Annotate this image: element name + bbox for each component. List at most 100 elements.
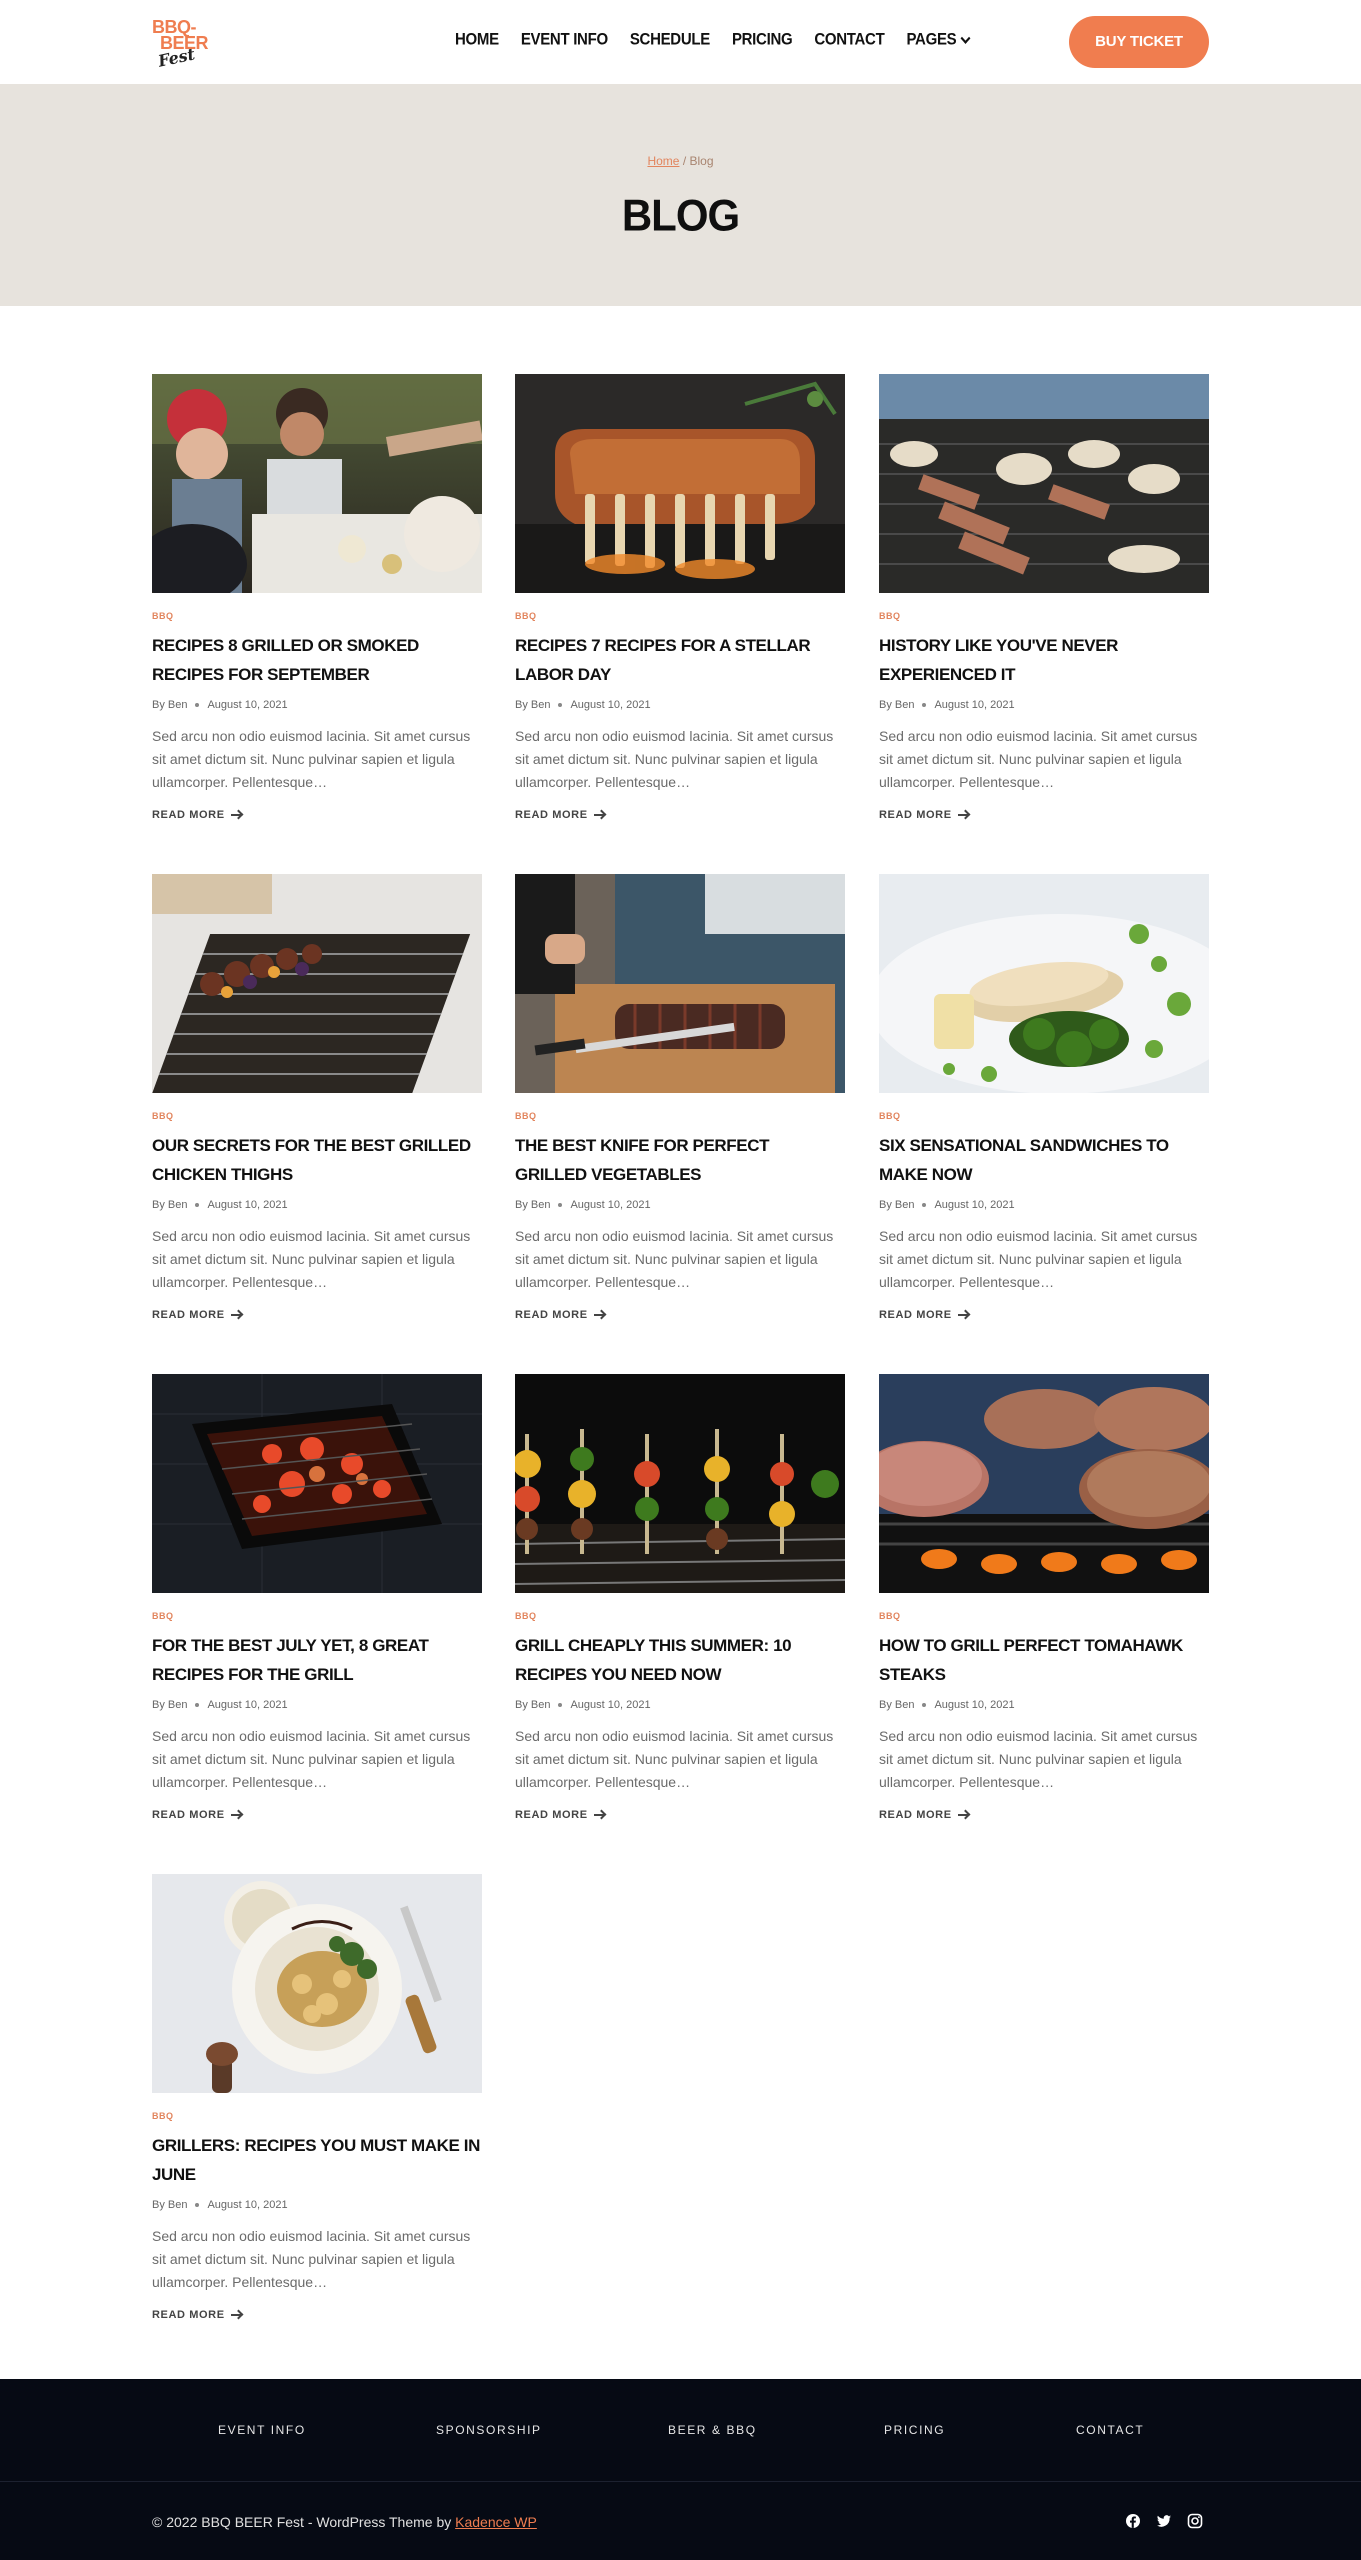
post-category[interactable]: BBQ	[515, 611, 845, 621]
footer-nav-contact[interactable]: CONTACT	[1076, 2423, 1144, 2437]
post-meta: By Ben August 10, 2021	[152, 697, 482, 713]
read-more-link[interactable]: READ MORE	[879, 1808, 968, 1822]
nav-pricing[interactable]: PRICING	[732, 29, 793, 51]
footer-nav-event-info[interactable]: EVENT INFO	[218, 2423, 306, 2437]
post-title[interactable]: HISTORY LIKE YOU'VE NEVER EXPERIENCED IT	[879, 631, 1209, 689]
buy-ticket-button[interactable]: BUY TICKET	[1069, 16, 1209, 68]
post-title[interactable]: RECIPES 7 RECIPES FOR A STELLAR LABOR DA…	[515, 631, 845, 689]
post-meta: By Ben August 10, 2021	[515, 1197, 845, 1213]
post-card: BBQ RECIPES 8 GRILLED OR SMOKED RECIPES F…	[152, 374, 482, 823]
post-category[interactable]: BBQ	[515, 1611, 845, 1621]
post-category[interactable]: BBQ	[879, 1111, 1209, 1121]
post-excerpt: Sed arcu non odio euismod lacinia. Sit a…	[152, 1228, 471, 1290]
post-thumbnail[interactable]	[879, 874, 1209, 1093]
post-image	[879, 374, 1209, 593]
post-thumbnail[interactable]	[879, 1374, 1209, 1593]
post-category[interactable]: BBQ	[515, 1111, 845, 1121]
post-thumbnail[interactable]	[152, 1374, 482, 1593]
read-more-link[interactable]: READ MORE	[515, 1808, 604, 1822]
post-author: By Ben	[515, 1199, 551, 1211]
nav-schedule[interactable]: SCHEDULE	[630, 29, 710, 51]
post-author: By Ben	[152, 2199, 188, 2211]
post-category[interactable]: BBQ	[152, 1611, 482, 1621]
read-more-label: READ MORE	[515, 1809, 588, 1821]
read-more-link[interactable]: READ MORE	[879, 1308, 968, 1322]
post-image	[152, 874, 482, 1093]
post-excerpt: Sed arcu non odio euismod lacinia. Sit a…	[152, 728, 471, 790]
post-author: By Ben	[152, 699, 188, 711]
read-more-link[interactable]: READ MORE	[152, 1808, 241, 1822]
read-more-link[interactable]: READ MORE	[152, 808, 241, 822]
read-more-label: READ MORE	[879, 1309, 952, 1321]
meta-separator-dot	[558, 1203, 563, 1207]
post-title[interactable]: FOR THE BEST JULY YET, 8 GREAT RECIPES F…	[152, 1631, 482, 1689]
read-more-link[interactable]: READ MORE	[515, 808, 604, 822]
facebook-icon[interactable]	[1124, 2512, 1142, 2530]
copyright: © 2022 BBQ BEER Fest - WordPress Theme b…	[152, 2514, 537, 2530]
post-category[interactable]: BBQ	[879, 1611, 1209, 1621]
post-title[interactable]: OUR SECRETS FOR THE BEST GRILLED CHICKEN…	[152, 1131, 482, 1189]
post-title[interactable]: HOW TO GRILL PERFECT TOMAHAWK STEAKS	[879, 1631, 1209, 1689]
post-thumbnail[interactable]	[879, 374, 1209, 593]
post-author: By Ben	[152, 1199, 188, 1211]
nav-contact[interactable]: CONTACT	[814, 29, 884, 51]
post-category[interactable]: BBQ	[879, 611, 1209, 621]
post-card: BBQ THE BEST KNIFE FOR PERFECT GRILLED VE…	[515, 874, 845, 1323]
read-more-label: READ MORE	[879, 1809, 952, 1821]
post-image	[515, 1374, 845, 1593]
nav-event-info[interactable]: EVENT INFO	[521, 29, 608, 51]
meta-separator-dot	[195, 2203, 200, 2207]
post-date: August 10, 2021	[934, 1199, 1015, 1211]
meta-separator-dot	[922, 703, 927, 707]
post-title[interactable]: SIX SENSATIONAL SANDWICHES TO MAKE NOW	[879, 1131, 1209, 1189]
post-thumbnail[interactable]	[515, 1374, 845, 1593]
footer-nav-beer-bbq[interactable]: BEER & BBQ	[668, 2423, 757, 2437]
nav-home[interactable]: HOME	[455, 29, 499, 51]
footer-nav-sponsorship[interactable]: SPONSORSHIP	[436, 2423, 542, 2437]
post-excerpt: Sed arcu non odio euismod lacinia. Sit a…	[152, 2228, 471, 2290]
post-title[interactable]: GRILL CHEAPLY THIS SUMMER: 10 RECIPES YO…	[515, 1631, 845, 1689]
post-image	[879, 1374, 1209, 1593]
twitter-icon[interactable]	[1155, 2512, 1173, 2530]
nav-pages[interactable]: PAGES	[906, 29, 971, 51]
post-author: By Ben	[515, 699, 551, 711]
post-thumbnail[interactable]	[152, 874, 482, 1093]
post-author: By Ben	[152, 1699, 188, 1711]
breadcrumb: Home / Blog	[0, 154, 1361, 168]
read-more-link[interactable]: READ MORE	[879, 808, 968, 822]
post-meta: By Ben August 10, 2021	[879, 1197, 1209, 1213]
post-author: By Ben	[515, 1699, 551, 1711]
copyright-text: © 2022 BBQ BEER Fest - WordPress Theme b…	[152, 2514, 452, 2530]
instagram-icon[interactable]	[1186, 2512, 1204, 2530]
post-card: BBQ RECIPES 7 RECIPES FOR A STELLAR LABOR…	[515, 374, 845, 823]
post-title[interactable]: RECIPES 8 GRILLED OR SMOKED RECIPES FOR …	[152, 631, 482, 689]
post-author: By Ben	[879, 1199, 915, 1211]
post-meta: By Ben August 10, 2021	[515, 697, 845, 713]
read-more-link[interactable]: READ MORE	[152, 2308, 241, 2322]
post-thumbnail[interactable]	[515, 374, 845, 593]
post-thumbnail[interactable]	[152, 374, 482, 593]
post-author: By Ben	[879, 1699, 915, 1711]
post-title[interactable]: THE BEST KNIFE FOR PERFECT GRILLED VEGET…	[515, 1131, 845, 1189]
post-excerpt: Sed arcu non odio euismod lacinia. Sit a…	[515, 1728, 834, 1790]
arrow-right-icon	[230, 1314, 241, 1316]
post-meta: By Ben August 10, 2021	[152, 1197, 482, 1213]
footer-nav-pricing[interactable]: PRICING	[884, 2423, 945, 2437]
post-thumbnail[interactable]	[152, 1874, 482, 2093]
read-more-link[interactable]: READ MORE	[152, 1308, 241, 1322]
read-more-link[interactable]: READ MORE	[515, 1308, 604, 1322]
post-title[interactable]: GRILLERS: RECIPES YOU MUST MAKE IN JUNE	[152, 2131, 482, 2189]
post-category[interactable]: BBQ	[152, 611, 482, 621]
nav-pages-label: PAGES	[906, 29, 957, 49]
post-category[interactable]: BBQ	[152, 2111, 482, 2121]
post-category[interactable]: BBQ	[152, 1111, 482, 1121]
footer-nav-bar: EVENT INFO SPONSORSHIP BEER & BBQ PRICIN…	[0, 2379, 1361, 2481]
kadence-link[interactable]: Kadence WP	[455, 2514, 537, 2530]
post-thumbnail[interactable]	[515, 874, 845, 1093]
page-hero: Home / Blog BLOG	[0, 84, 1361, 306]
breadcrumb-home-link[interactable]: Home	[647, 154, 679, 168]
site-logo[interactable]: BBQ- BEER Fest	[152, 16, 212, 71]
post-date: August 10, 2021	[207, 1199, 288, 1211]
meta-separator-dot	[922, 1203, 927, 1207]
breadcrumb-current: Blog	[689, 154, 714, 168]
